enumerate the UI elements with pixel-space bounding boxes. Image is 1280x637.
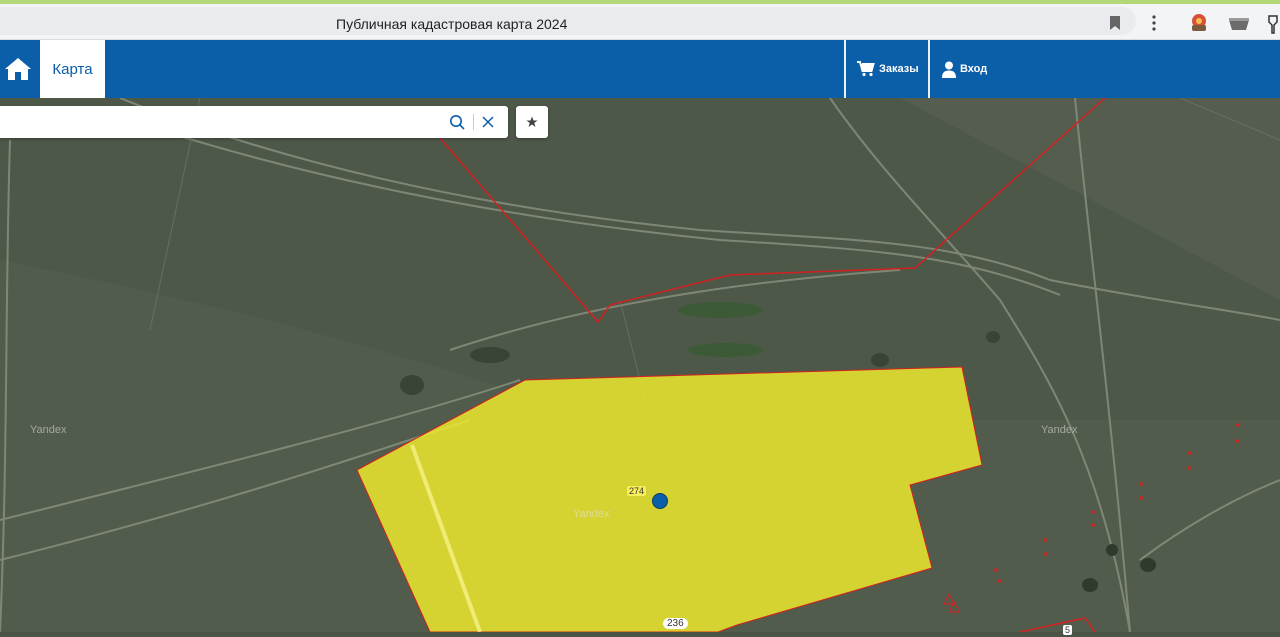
search-divider	[473, 114, 474, 130]
search-input[interactable]	[8, 110, 432, 136]
satellite-map	[0, 97, 1280, 633]
parcel-number-label[interactable]: 5	[1063, 625, 1073, 635]
address-bar[interactable]: Публичная кадастровая карта 2024	[0, 7, 1136, 35]
extension-icon[interactable]	[1266, 14, 1280, 39]
cart-icon	[857, 61, 875, 77]
star-icon	[526, 116, 538, 127]
home-icon	[5, 58, 31, 80]
extension-icon[interactable]	[1188, 12, 1210, 39]
user-icon	[942, 61, 956, 78]
favorites-button[interactable]	[516, 106, 548, 138]
map-watermark: Yandex	[1041, 424, 1078, 436]
parcel-number-label[interactable]: 274	[627, 486, 647, 496]
close-icon[interactable]	[482, 115, 494, 133]
login-label: Вход	[960, 63, 988, 75]
orders-button[interactable]: Заказы	[857, 40, 919, 98]
header-divider	[928, 40, 930, 98]
parcel-number-label[interactable]: 236	[663, 618, 688, 629]
home-button[interactable]	[0, 40, 36, 98]
map-view[interactable]: Yandex Yandex Yandex 274 236 5	[0, 97, 1280, 635]
login-button[interactable]: Вход	[942, 40, 987, 98]
tab-map[interactable]: Карта	[40, 40, 105, 98]
more-menu-icon[interactable]	[1150, 14, 1158, 37]
app-header: Карта Заказы Вход	[0, 40, 1280, 98]
orders-label: Заказы	[879, 63, 919, 75]
bookmark-icon[interactable]	[1109, 16, 1121, 35]
extension-icon[interactable]	[1228, 14, 1250, 37]
search-box	[0, 106, 508, 138]
header-divider	[844, 40, 846, 98]
map-watermark: Yandex	[573, 508, 610, 520]
browser-toolbar: Публичная кадастровая карта 2024	[0, 4, 1280, 40]
map-watermark: Yandex	[30, 424, 67, 436]
parcel-location-marker[interactable]	[652, 493, 668, 509]
search-icon[interactable]	[449, 114, 465, 135]
page-title: Публичная кадастровая карта 2024	[336, 16, 568, 32]
tab-map-label: Карта	[52, 60, 93, 78]
